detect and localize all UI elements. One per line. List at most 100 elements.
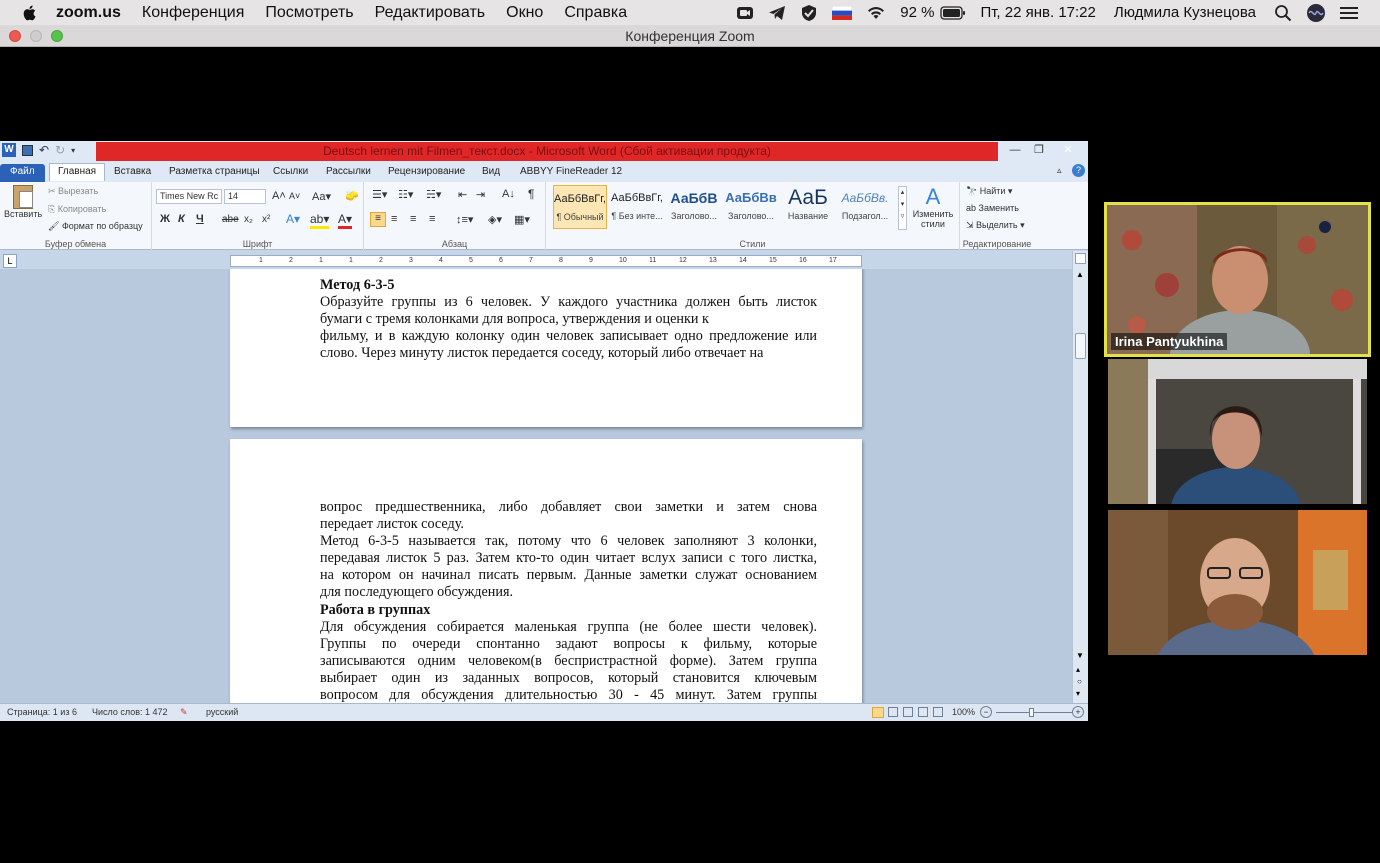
sort-icon[interactable]: A↓	[502, 188, 515, 200]
browse-object-icon[interactable]: ○	[1077, 677, 1082, 686]
style-no-spacing[interactable]: АаБбВвГг, ¶ Без инте...	[610, 185, 664, 229]
text-effects-icon[interactable]: A▾	[286, 212, 300, 226]
word-close-button[interactable]: ✕	[1052, 141, 1084, 161]
superscript-button[interactable]: x²	[262, 214, 270, 225]
ribbon-collapse-icon[interactable]: ▵	[1057, 165, 1062, 176]
russian-flag-icon[interactable]	[832, 5, 853, 20]
participant-video[interactable]	[1108, 359, 1367, 504]
web-layout-view-icon[interactable]	[903, 707, 913, 717]
menu-help[interactable]: Справка	[564, 4, 627, 22]
zoom-out-button[interactable]: −	[980, 706, 992, 718]
find-button[interactable]: 🔭 Найти ▾	[966, 186, 1012, 197]
word-minimize-button[interactable]: —	[1002, 141, 1028, 161]
styles-scroll-icon[interactable]: ▴ ▾ ▿	[898, 186, 907, 230]
menu-view[interactable]: Посмотреть	[265, 4, 353, 22]
strikethrough-button[interactable]: abe	[222, 214, 239, 225]
style-normal[interactable]: АаБбВвГг, ¶ Обычный	[553, 185, 607, 229]
copy-button[interactable]: ⎘ Копировать	[48, 204, 106, 215]
menu-conference[interactable]: Конференция	[142, 4, 245, 22]
replace-button[interactable]: ab Заменить	[966, 203, 1019, 213]
select-button[interactable]: ⇲ Выделить ▾	[966, 220, 1025, 231]
menu-window[interactable]: Окно	[506, 4, 543, 22]
apple-icon[interactable]	[20, 3, 40, 23]
paste-button[interactable]: Вставить	[4, 185, 42, 231]
participant-video-active[interactable]: Irina Pantyukhina	[1104, 202, 1371, 357]
change-styles-button[interactable]: A Изменить стили	[910, 185, 956, 230]
zoom-in-button[interactable]: +	[1072, 706, 1084, 718]
shield-check-icon[interactable]	[800, 4, 818, 22]
save-icon[interactable]	[22, 144, 33, 156]
document-area[interactable]: Метод 6-3-5 Образуйте группы из 6 челове…	[0, 269, 1072, 703]
scroll-down-arrow-icon[interactable]: ▼	[1076, 651, 1084, 660]
font-name-combo[interactable]: Times New Rc	[156, 189, 222, 204]
document-page-2[interactable]: вопрос предшественника, либо добавляет с…	[230, 439, 862, 703]
menu-edit[interactable]: Редактировать	[375, 4, 486, 22]
zoom-camera-icon[interactable]	[736, 5, 754, 21]
font-size-combo[interactable]: 14	[224, 189, 266, 204]
format-painter-button[interactable]: 🖌 Формат по образцу	[48, 221, 143, 232]
font-color-icon[interactable]: A▾	[338, 212, 353, 229]
language-status[interactable]: русский	[206, 707, 238, 717]
page2-text[interactable]: вопрос предшественника, либо добавляет с…	[320, 499, 817, 703]
draft-view-icon[interactable]	[933, 707, 943, 717]
highlight-color-icon[interactable]: ab▾	[310, 212, 330, 229]
tab-home[interactable]: Главная	[49, 163, 106, 181]
redo-icon[interactable]: ↻	[55, 143, 65, 157]
tab-references[interactable]: Ссылки	[269, 164, 312, 182]
change-case-icon[interactable]: Aa▾	[312, 190, 331, 203]
bold-button[interactable]: Ж	[160, 213, 170, 225]
siri-icon[interactable]	[1306, 3, 1326, 23]
menubar-datetime[interactable]: Пт, 22 янв. 17:22	[980, 4, 1095, 21]
print-layout-view-icon[interactable]	[872, 707, 884, 718]
close-window-button[interactable]	[9, 30, 21, 42]
clear-format-icon[interactable]: 🧽	[345, 189, 359, 202]
help-icon[interactable]: ?	[1072, 164, 1085, 177]
shading-icon[interactable]: ◈▾	[488, 213, 502, 226]
tab-page-layout[interactable]: Разметка страницы	[165, 164, 264, 182]
decrease-indent-icon[interactable]: ⇤	[458, 188, 467, 201]
tab-review[interactable]: Рецензирование	[384, 164, 469, 182]
spotlight-search-icon[interactable]	[1274, 4, 1292, 22]
page1-text[interactable]: Метод 6-3-5 Образуйте группы из 6 челове…	[320, 277, 817, 362]
align-center-button[interactable]: ≡	[391, 213, 397, 225]
borders-icon[interactable]: ▦▾	[514, 213, 530, 226]
bullets-icon[interactable]: ☰▾	[372, 188, 387, 201]
participant-video[interactable]	[1108, 510, 1367, 655]
style-title[interactable]: АаБ Название	[781, 185, 835, 229]
word-logo-icon[interactable]: W	[2, 143, 16, 157]
fullscreen-window-button[interactable]	[51, 30, 63, 42]
wifi-icon[interactable]	[866, 5, 886, 21]
menubar-user[interactable]: Людмила Кузнецова	[1114, 4, 1256, 21]
vertical-scrollbar[interactable]: ▲ ▼ ▴ ○ ▾	[1072, 251, 1088, 703]
full-screen-view-icon[interactable]	[888, 707, 898, 717]
previous-page-icon[interactable]: ▴	[1076, 665, 1080, 674]
numbering-icon[interactable]: ☷▾	[398, 188, 413, 201]
proofing-icon[interactable]: ✎	[180, 707, 188, 718]
shrink-font-icon[interactable]: A˅	[289, 191, 300, 201]
view-ruler-icon[interactable]	[1075, 253, 1086, 264]
line-spacing-icon[interactable]: ↕≡▾	[456, 213, 473, 226]
justify-button[interactable]: ≡	[429, 213, 435, 225]
tab-file[interactable]: Файл	[0, 164, 45, 182]
control-center-icon[interactable]	[1340, 6, 1358, 20]
telegram-icon[interactable]	[768, 5, 786, 21]
undo-icon[interactable]: ↶	[39, 143, 49, 157]
next-page-icon[interactable]: ▾	[1076, 689, 1080, 698]
customize-qat-icon[interactable]: ▾	[71, 146, 75, 155]
word-count-status[interactable]: Число слов: 1 472	[92, 707, 168, 717]
scroll-up-arrow-icon[interactable]: ▲	[1076, 270, 1084, 279]
tab-mailings[interactable]: Рассылки	[322, 164, 375, 182]
cut-button[interactable]: ✂ Вырезать	[48, 186, 98, 197]
style-heading-1[interactable]: АаБбВ Заголово...	[667, 185, 721, 229]
italic-button[interactable]: К	[178, 213, 185, 225]
multilevel-list-icon[interactable]: ☵▾	[426, 188, 441, 201]
scroll-thumb[interactable]	[1075, 333, 1086, 359]
subscript-button[interactable]: x₂	[244, 214, 253, 225]
document-page-1[interactable]: Метод 6-3-5 Образуйте группы из 6 челове…	[230, 269, 862, 427]
page-count-status[interactable]: Страница: 1 из 6	[7, 707, 77, 717]
tab-insert[interactable]: Вставка	[110, 164, 155, 182]
align-left-button[interactable]: ≡	[370, 212, 386, 227]
zoom-slider-thumb[interactable]	[1029, 708, 1034, 717]
increase-indent-icon[interactable]: ⇥	[476, 188, 485, 201]
tab-view[interactable]: Вид	[478, 164, 504, 182]
